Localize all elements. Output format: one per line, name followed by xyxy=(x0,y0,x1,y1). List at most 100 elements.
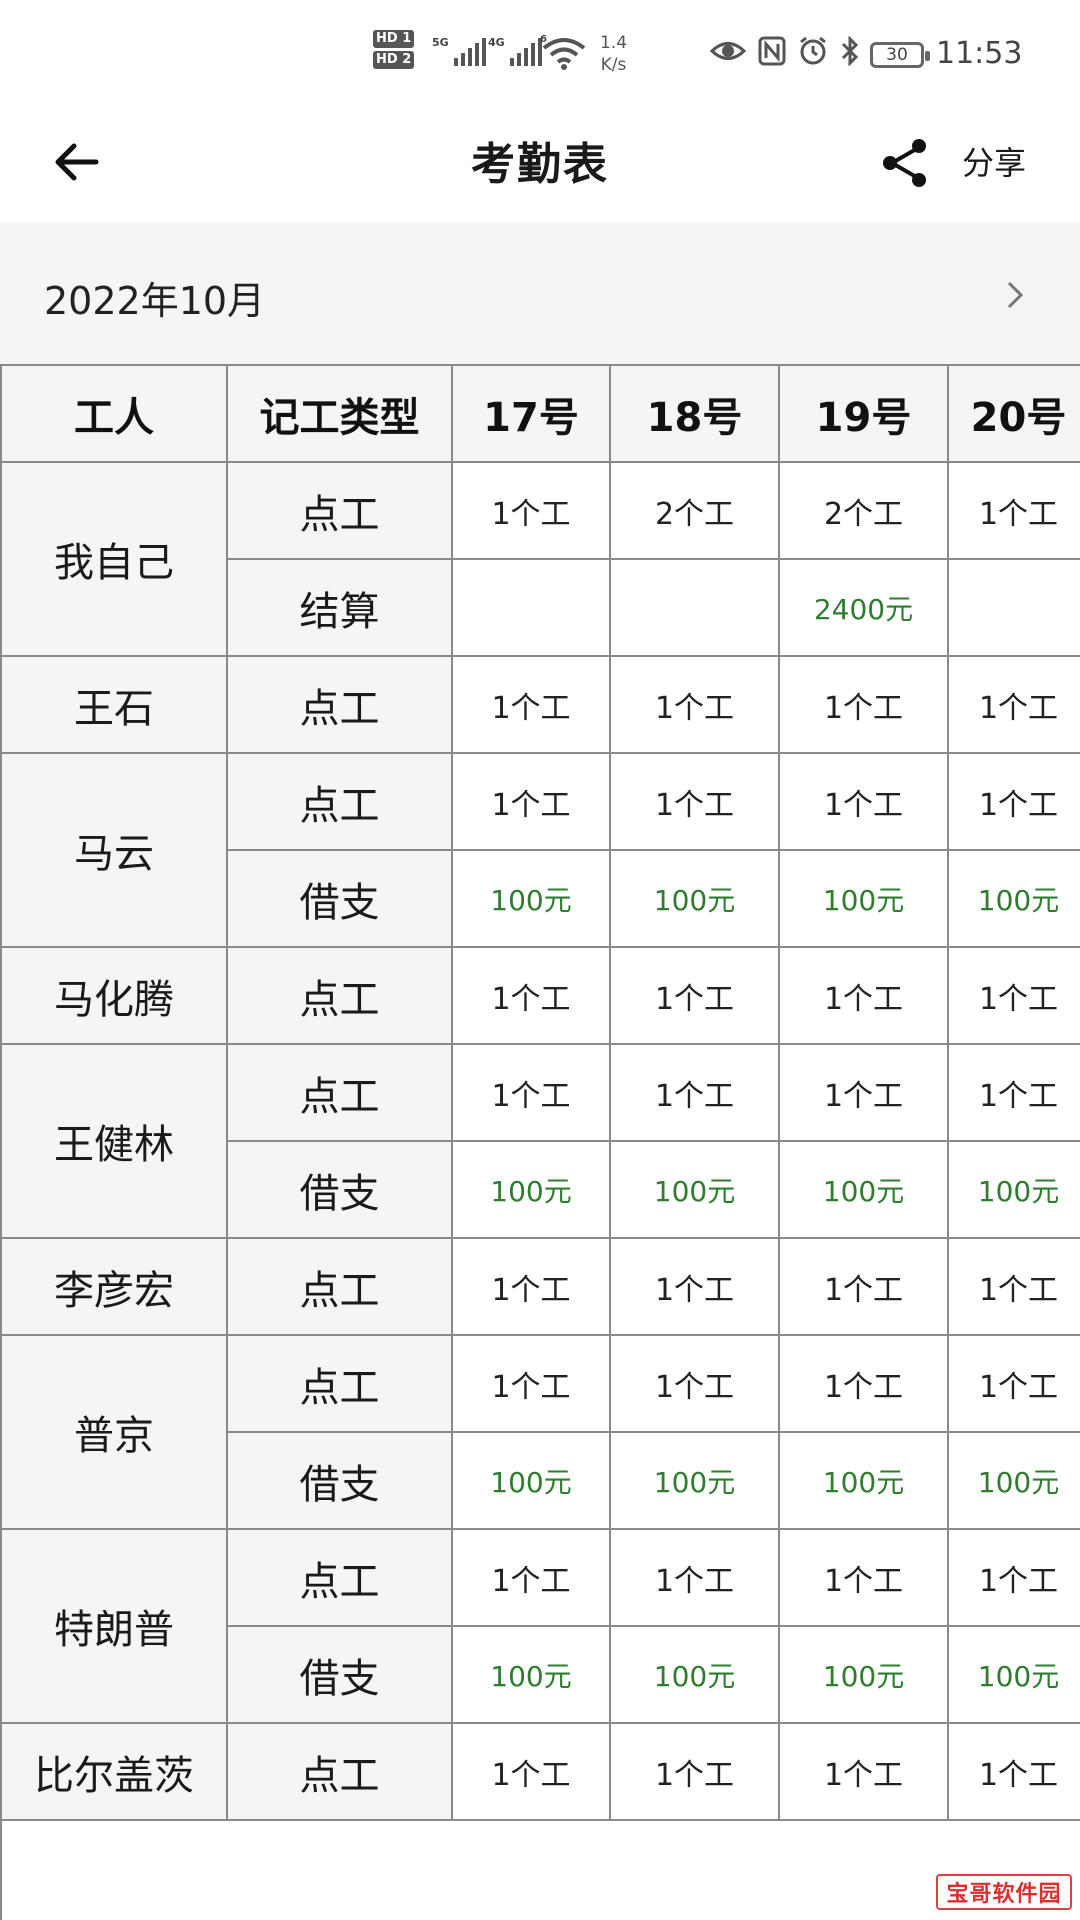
attendance-cell[interactable]: 1个工 xyxy=(451,461,611,560)
attendance-cell[interactable]: 1个工 xyxy=(947,752,1080,851)
worker-name-cell[interactable]: 马化腾 xyxy=(0,946,228,1045)
attendance-cell[interactable]: 100元 xyxy=(609,1625,780,1724)
table-row[interactable]: 李彦宏 点工 1个工 1个工 1个工 1个工 xyxy=(0,1237,1080,1336)
attendance-cell[interactable]: 1个工 xyxy=(609,1528,780,1627)
table-empty-area xyxy=(0,1819,1080,1920)
attendance-cell[interactable]: 100元 xyxy=(778,1140,949,1239)
month-selector[interactable]: 2022年10月 xyxy=(0,222,1080,364)
battery-icon: 30 xyxy=(870,42,930,68)
attendance-cell[interactable]: 1个工 xyxy=(778,1722,949,1821)
attendance-cell[interactable]: 1个工 xyxy=(778,1237,949,1336)
attendance-cell[interactable]: 100元 xyxy=(947,1625,1080,1724)
table-row[interactable]: 我自己 点工 1个工 2个工 2个工 1个工 xyxy=(0,461,1080,657)
attendance-cell[interactable]: 100元 xyxy=(947,1431,1080,1530)
attendance-cell[interactable]: 1个工 xyxy=(947,461,1080,560)
attendance-cell[interactable]: 1个工 xyxy=(947,1722,1080,1821)
attendance-cell[interactable]: 1个工 xyxy=(609,752,780,851)
attendance-cell[interactable]: 1个工 xyxy=(778,752,949,851)
worker-name-cell[interactable]: 普京 xyxy=(0,1334,228,1530)
header-day-19: 19号 xyxy=(778,364,949,463)
worker-name-cell[interactable]: 王石 xyxy=(0,655,228,754)
attendance-cell[interactable]: 1个工 xyxy=(451,1237,611,1336)
attendance-cell[interactable]: 100元 xyxy=(451,1625,611,1724)
worker-name-cell[interactable]: 王健林 xyxy=(0,1043,228,1239)
attendance-cell[interactable]: 100元 xyxy=(778,1431,949,1530)
table-row[interactable]: 马化腾 点工 1个工 1个工 1个工 1个工 xyxy=(0,946,1080,1045)
attendance-cell[interactable]: 100元 xyxy=(947,1140,1080,1239)
share-button[interactable] xyxy=(870,128,940,198)
attendance-cell[interactable]: 1个工 xyxy=(451,1528,611,1627)
table-row[interactable]: 马云 点工 1个工 1个工 1个工 1个工 xyxy=(0,752,1080,948)
record-type-cell: 借支 xyxy=(226,1431,453,1530)
table-row[interactable]: 比尔盖茨 点工 1个工 1个工 1个工 1个工 xyxy=(0,1722,1080,1821)
worker-name-cell[interactable]: 李彦宏 xyxy=(0,1237,228,1336)
watermark-logo: 宝哥软件园 xyxy=(936,1874,1072,1910)
attendance-cell[interactable]: 2400元 xyxy=(778,558,949,657)
attendance-cell[interactable]: 1个工 xyxy=(451,946,611,1045)
attendance-cell[interactable]: 100元 xyxy=(451,849,611,948)
attendance-cell[interactable]: 100元 xyxy=(609,849,780,948)
attendance-cell[interactable]: 1个工 xyxy=(451,655,611,754)
record-type-cell: 点工 xyxy=(226,1237,453,1336)
header-record-type: 记工类型 xyxy=(226,364,453,463)
record-type-cell: 点工 xyxy=(226,461,453,560)
attendance-cell[interactable]: 1个工 xyxy=(609,655,780,754)
attendance-cell[interactable]: 1个工 xyxy=(609,946,780,1045)
attendance-cell[interactable]: 1个工 xyxy=(947,655,1080,754)
attendance-cell[interactable]: 1个工 xyxy=(947,946,1080,1045)
attendance-cell[interactable]: 1个工 xyxy=(778,1334,949,1433)
header-day-20: 20号 xyxy=(947,364,1080,463)
attendance-cell[interactable]: 1个工 xyxy=(451,752,611,851)
attendance-cell[interactable]: 100元 xyxy=(451,1140,611,1239)
worker-name-cell[interactable]: 比尔盖茨 xyxy=(0,1722,228,1821)
header-worker: 工人 xyxy=(0,364,228,463)
attendance-cell[interactable]: 1个工 xyxy=(778,1043,949,1142)
table-row[interactable]: 普京 点工 1个工 1个工 1个工 1个工 xyxy=(0,1334,1080,1530)
record-type-cell: 结算 xyxy=(226,558,453,657)
header-day-18: 18号 xyxy=(609,364,780,463)
attendance-cell[interactable]: 1个工 xyxy=(609,1334,780,1433)
attendance-table-container[interactable]: 工人 记工类型 17号 18号 19号 20号 我自己 点工 1个工 2个工 2个工 1个… xyxy=(0,364,1080,1920)
share-label[interactable]: 分享 xyxy=(962,138,1026,184)
attendance-cell[interactable]: 100元 xyxy=(778,849,949,948)
attendance-cell[interactable]: 100元 xyxy=(947,849,1080,948)
attendance-cell[interactable]: 1个工 xyxy=(947,1237,1080,1336)
attendance-cell[interactable]: 1个工 xyxy=(947,1334,1080,1433)
next-month-button[interactable] xyxy=(990,270,1040,320)
worker-name-cell[interactable]: 马云 xyxy=(0,752,228,948)
attendance-cell[interactable]: 1个工 xyxy=(778,1528,949,1627)
attendance-cell[interactable]: 100元 xyxy=(778,1625,949,1724)
header-day-17: 17号 xyxy=(451,364,611,463)
table-row[interactable]: 王石 点工 1个工 1个工 1个工 1个工 xyxy=(0,655,1080,754)
attendance-cell[interactable]: 1个工 xyxy=(451,1043,611,1142)
app-bar: 考勤表 分享 xyxy=(0,100,1080,222)
attendance-cell[interactable] xyxy=(947,558,1080,657)
attendance-cell[interactable]: 2个工 xyxy=(609,461,780,560)
attendance-cell[interactable] xyxy=(451,558,611,657)
attendance-cell[interactable] xyxy=(609,558,780,657)
record-type-cell: 点工 xyxy=(226,1043,453,1142)
attendance-cell[interactable]: 1个工 xyxy=(609,1043,780,1142)
watermark-text: 宝哥软件园 xyxy=(946,1882,1062,1907)
attendance-cell[interactable]: 1个工 xyxy=(947,1043,1080,1142)
attendance-cell[interactable]: 100元 xyxy=(451,1431,611,1530)
attendance-cell[interactable]: 100元 xyxy=(609,1431,780,1530)
record-type-cell: 点工 xyxy=(226,946,453,1045)
attendance-cell[interactable]: 1个工 xyxy=(609,1722,780,1821)
worker-name-cell[interactable]: 我自己 xyxy=(0,461,228,657)
attendance-cell[interactable]: 1个工 xyxy=(451,1334,611,1433)
attendance-cell[interactable]: 2个工 xyxy=(778,461,949,560)
record-type-cell: 点工 xyxy=(226,1334,453,1433)
attendance-cell[interactable]: 100元 xyxy=(609,1140,780,1239)
sim2-signal-icon: 4G xyxy=(488,36,542,66)
table-row[interactable]: 王健林 点工 1个工 1个工 1个工 1个工 xyxy=(0,1043,1080,1239)
worker-name-cell[interactable]: 特朗普 xyxy=(0,1528,228,1724)
record-type-cell: 借支 xyxy=(226,1140,453,1239)
attendance-cell[interactable]: 1个工 xyxy=(778,655,949,754)
attendance-cell[interactable]: 1个工 xyxy=(947,1528,1080,1627)
table-row[interactable]: 特朗普 点工 1个工 1个工 1个工 1个工 xyxy=(0,1528,1080,1724)
sim1-signal-icon: 5G xyxy=(432,36,486,66)
attendance-cell[interactable]: 1个工 xyxy=(778,946,949,1045)
attendance-cell[interactable]: 1个工 xyxy=(609,1237,780,1336)
attendance-cell[interactable]: 1个工 xyxy=(451,1722,611,1821)
